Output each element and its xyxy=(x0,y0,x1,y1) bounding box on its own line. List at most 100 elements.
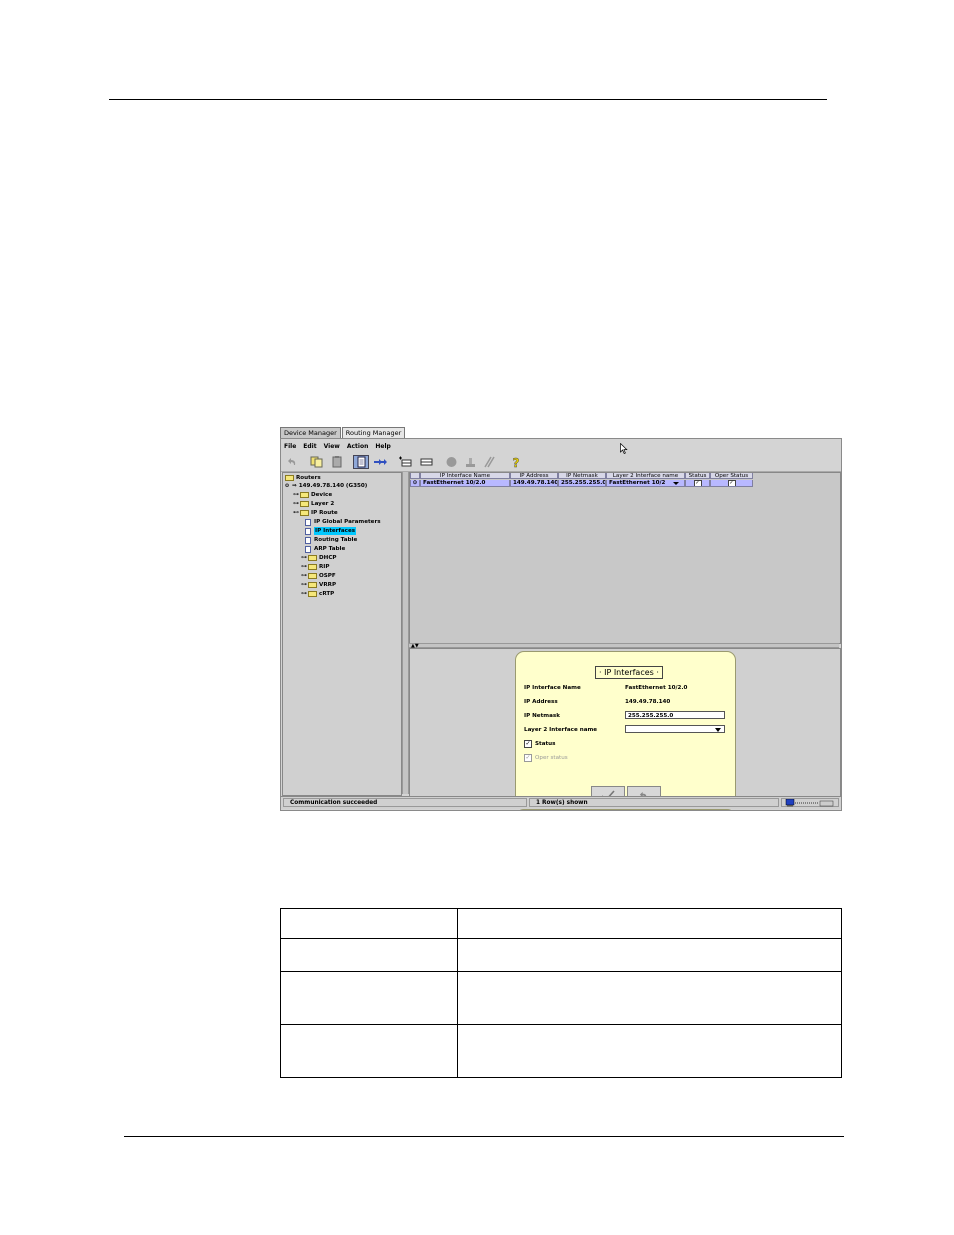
status-checkbox[interactable]: ✓ xyxy=(524,740,532,748)
ip-interfaces-form: · IP Interfaces · IP Interface Name Fast… xyxy=(515,651,736,810)
tree-item-ip-global-parameters[interactable]: IP Global Parameters xyxy=(305,518,381,526)
footer-rule xyxy=(124,1136,844,1137)
tree-device-node[interactable]: o ⇒ 149.49.78.140 (G350) xyxy=(285,482,367,490)
oper-status-checkbox: ✓ xyxy=(524,754,532,762)
application-window: File Edit View Action Help ? Routers o ⇒… xyxy=(280,438,842,811)
oper-status-checkbox: ✓ xyxy=(727,480,736,486)
folder-icon xyxy=(308,582,317,588)
column-header[interactable]: IP Address xyxy=(510,473,558,479)
cell-status[interactable]: ✓ xyxy=(685,480,710,487)
column-header[interactable]: IP Interface Name xyxy=(420,473,510,479)
folder-icon xyxy=(308,555,317,561)
oper-status-label: Oper status xyxy=(535,755,568,761)
table-cell xyxy=(457,971,842,1025)
tab-device-manager[interactable]: Device Manager xyxy=(280,427,341,438)
status-bar: Communication succeeded 1 Row(s) shown xyxy=(281,796,841,809)
expand-handle-icon: ⊶ xyxy=(301,590,307,597)
cell-ip-netmask[interactable]: 255.255.255.0 xyxy=(558,480,606,487)
table-row-icon[interactable] xyxy=(419,455,434,468)
cell-interface-name[interactable]: FastEthernet 10/2.0 xyxy=(420,480,510,487)
folder-icon xyxy=(300,501,309,507)
routing-manager-screenshot: Device Manager Routing Manager File Edit… xyxy=(280,427,842,811)
oper-status-checkbox-row: ✓ Oper status xyxy=(524,754,568,762)
tree-item-ospf[interactable]: ⊶ OSPF xyxy=(301,572,336,580)
cell-ip-address[interactable]: 149.49.78.140 xyxy=(510,480,558,487)
ip-netmask-label: IP Netmask xyxy=(524,713,560,719)
folder-icon xyxy=(308,564,317,570)
parameter-table xyxy=(280,908,842,1078)
tree-item-layer2[interactable]: ⊶ Layer 2 xyxy=(293,500,334,508)
table-header-row xyxy=(280,908,842,939)
expand-handle-icon: ⊶ xyxy=(301,554,307,561)
folder-icon xyxy=(308,591,317,597)
svg-text:?: ? xyxy=(513,456,520,468)
row-selector-header xyxy=(410,473,420,479)
ip-address-value: 149.49.78.140 xyxy=(625,699,671,705)
tree-item-ip-interfaces[interactable]: IP Interfaces xyxy=(305,527,357,535)
column-header[interactable]: Layer 2 Interface name xyxy=(606,473,685,479)
ip-address-label: IP Address xyxy=(524,699,558,705)
status-checkbox-row[interactable]: ✓ Status xyxy=(524,740,555,748)
copy-icon[interactable] xyxy=(309,455,324,468)
table-row[interactable]: ⊙ FastEthernet 10/2.0 149.49.78.140 255.… xyxy=(410,480,753,488)
tree-item-vrrp[interactable]: ⊶ VRRP xyxy=(301,581,336,589)
table-row xyxy=(280,938,842,972)
column-header[interactable]: Status xyxy=(685,473,710,479)
table-cell xyxy=(280,971,458,1025)
document-icon xyxy=(305,545,311,553)
help-question-icon[interactable]: ? xyxy=(509,455,524,468)
stamp-icon[interactable] xyxy=(463,455,478,468)
expand-handle-icon: ⊶ xyxy=(293,491,299,498)
interface-name-label: IP Interface Name xyxy=(524,685,581,691)
menu-file[interactable]: File xyxy=(284,442,296,451)
tree-item-rip[interactable]: ⊶ RIP xyxy=(301,563,330,571)
undo-icon[interactable] xyxy=(285,455,300,468)
forward-arrows-icon[interactable] xyxy=(373,455,388,468)
layer2-interface-label: Layer 2 Interface name xyxy=(524,727,598,733)
header-cell-description xyxy=(457,908,842,939)
status-checkbox[interactable]: ✓ xyxy=(693,480,702,486)
collapse-handle-icon: ⊷ xyxy=(293,509,299,516)
tree-item-device[interactable]: ⊶ Device xyxy=(293,491,332,499)
router-icon: ⇒ xyxy=(292,483,297,489)
table-row xyxy=(280,971,842,1025)
folder-icon xyxy=(285,475,294,481)
tree-item-crtp[interactable]: ⊶ cRTP xyxy=(301,590,334,598)
tree-root[interactable]: Routers xyxy=(285,474,321,482)
table-cell xyxy=(280,1024,458,1078)
table-cell xyxy=(280,938,458,972)
ip-netmask-input[interactable]: 255.255.255.0 xyxy=(625,711,725,719)
rows-shown-count: 1 Row(s) shown xyxy=(529,798,779,807)
menu-bar: File Edit View Action Help xyxy=(284,442,398,451)
interface-name-value: FastEthernet 10/2.0 xyxy=(625,685,688,691)
cell-layer2-interface[interactable]: FastEthernet 10/2 xyxy=(606,480,685,487)
details-pane: · IP Interfaces · IP Interface Name Fast… xyxy=(409,648,841,810)
table-add-row-icon[interactable] xyxy=(398,455,413,468)
expand-handle-icon: ⊶ xyxy=(301,572,307,579)
menu-edit[interactable]: Edit xyxy=(303,442,316,451)
table-cell xyxy=(457,1024,842,1078)
column-header[interactable]: IP Netmask xyxy=(558,473,606,479)
tree-item-routing-table[interactable]: Routing Table xyxy=(305,536,357,544)
status-message: Communication succeeded xyxy=(283,798,527,807)
slash-icon[interactable] xyxy=(482,455,497,468)
circle-icon[interactable] xyxy=(444,455,459,468)
layer2-interface-select[interactable] xyxy=(625,725,725,733)
menu-view[interactable]: View xyxy=(324,442,340,451)
menu-action[interactable]: Action xyxy=(347,442,369,451)
column-header[interactable]: Oper Status xyxy=(710,473,753,479)
page-icon[interactable] xyxy=(353,455,369,469)
tree-item-dhcp[interactable]: ⊶ DHCP xyxy=(301,554,337,562)
tab-routing-manager[interactable]: Routing Manager xyxy=(341,427,406,438)
folder-open-icon xyxy=(300,510,309,516)
vertical-splitter[interactable] xyxy=(402,472,409,794)
expand-handle-icon: ⊶ xyxy=(301,581,307,588)
tree-item-arp-table[interactable]: ARP Table xyxy=(305,545,345,553)
menu-help[interactable]: Help xyxy=(375,442,390,451)
header-cell-field xyxy=(280,908,458,939)
ip-interfaces-table: IP Interface Name IP Address IP Netmask … xyxy=(409,472,841,644)
table-header: IP Interface Name IP Address IP Netmask … xyxy=(410,473,753,480)
paste-icon[interactable] xyxy=(330,455,345,468)
tree-item-ip-route[interactable]: ⊷ IP Route xyxy=(293,509,338,517)
manager-tabs: Device Manager Routing Manager xyxy=(280,427,406,438)
